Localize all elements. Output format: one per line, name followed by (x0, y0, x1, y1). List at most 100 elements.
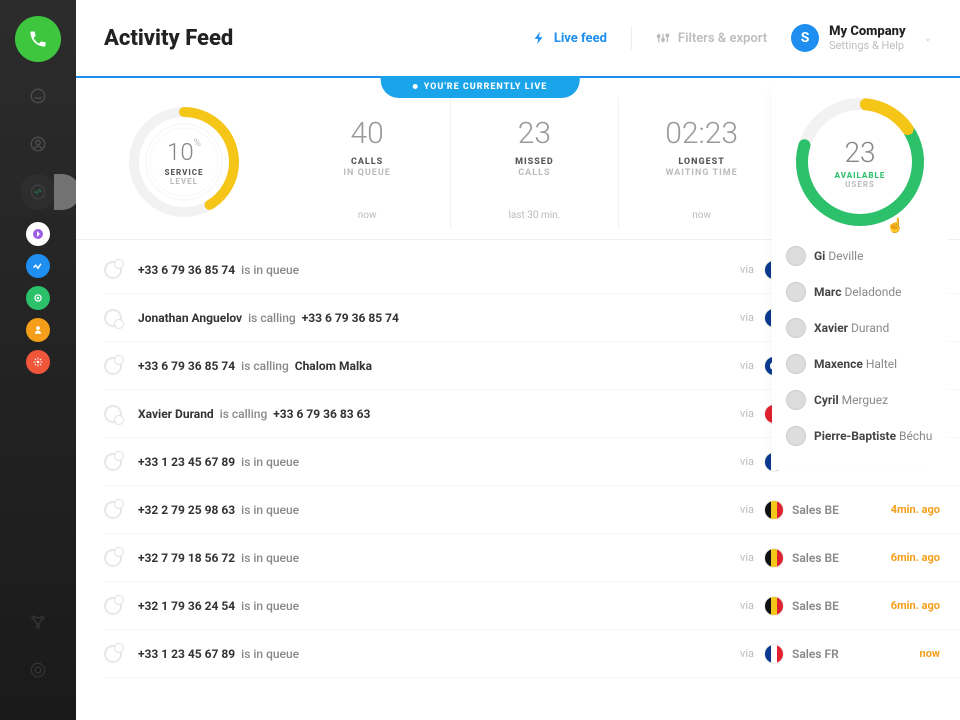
user-name: Marc Deladonde (814, 285, 902, 299)
via-label: via (740, 647, 754, 660)
feed-text: +33 6 79 36 85 74 is in queue (138, 263, 299, 277)
user-name: Pierre-Baptiste Béchu (814, 429, 932, 443)
user-item[interactable]: Gi Deville (772, 238, 948, 274)
feed-row[interactable]: +32 1 79 36 24 54 is in queue via Sales … (104, 582, 960, 630)
call-direction-icon (104, 597, 122, 615)
available-count: 23 (844, 136, 875, 169)
nav-help-icon[interactable] (20, 652, 56, 688)
filters-button[interactable]: Filters & export (656, 31, 767, 46)
stat-label-1: LONGEST (625, 157, 779, 167)
sliders-icon (656, 31, 670, 45)
header: Activity Feed Live feed Filters & export… (76, 0, 960, 78)
call-direction-icon (104, 453, 122, 471)
user-item[interactable]: Marc Deladonde (772, 274, 948, 310)
available-users-panel: 23 AVAILABLE USERS Gi Deville Marc Delad… (772, 80, 948, 470)
call-direction-icon (104, 357, 122, 375)
service-level-l2: LEVEL (170, 177, 198, 186)
live-feed-toggle[interactable]: Live feed (532, 31, 607, 46)
user-item[interactable]: Maxence Haltel (772, 346, 948, 382)
via-label: via (740, 407, 754, 420)
user-item[interactable]: Xavier Durand (772, 310, 948, 346)
nav-sub-integrations-icon[interactable] (26, 286, 50, 310)
via-label: via (740, 311, 754, 324)
stat-card: 02:23 LONGEST WAITING TIME now (619, 98, 786, 229)
stat-when: now (625, 210, 779, 221)
call-direction-icon (104, 501, 122, 519)
stat-when: now (290, 210, 444, 221)
channel-name: Sales BE (792, 551, 872, 565)
channel-name: Sales BE (792, 503, 872, 517)
company-avatar: S (791, 24, 819, 52)
nav-activity-icon[interactable] (20, 174, 56, 210)
feed-text: +33 6 79 36 85 74 is calling Chalom Malk… (138, 359, 372, 373)
call-direction-icon (104, 549, 122, 567)
stat-card: 23 MISSED CALLS last 30 min. (451, 98, 618, 229)
nav-sub-group (0, 222, 76, 374)
call-direction-icon (104, 261, 122, 279)
call-direction-icon (104, 405, 122, 423)
stat-label-2: WAITING TIME (625, 168, 779, 178)
live-banner: YOU'RE CURRENTLY LIVE (381, 76, 580, 98)
user-name: Maxence Haltel (814, 357, 897, 371)
via-label: via (740, 263, 754, 276)
chevron-down-icon: ⌄ (924, 33, 932, 44)
cursor-pointer-icon: ☝ (887, 218, 904, 234)
channel-name: Sales BE (792, 599, 872, 613)
percent-label: % (194, 138, 201, 149)
live-feed-label: Live feed (554, 31, 607, 46)
feed-row[interactable]: +33 1 23 45 67 89 is in queue via Sales … (104, 630, 960, 678)
feed-text: +32 2 79 25 98 63 is in queue (138, 503, 299, 517)
flag-icon (764, 548, 784, 568)
stat-when: last 30 min. (457, 210, 611, 221)
user-item[interactable]: Cyril Merguez (772, 382, 948, 418)
call-direction-icon (104, 309, 122, 327)
available-l2: USERS (845, 180, 875, 189)
feed-text: +32 7 79 18 56 72 is in queue (138, 551, 299, 565)
flag-icon (764, 500, 784, 520)
stat-label-1: CALLS (290, 157, 444, 167)
sidebar (0, 0, 76, 720)
feed-text: +33 1 23 45 67 89 is in queue (138, 455, 299, 469)
via-label: via (740, 455, 754, 468)
user-list: Gi Deville Marc Deladonde Xavier Durand … (772, 238, 948, 454)
time-ago: 6min. ago (872, 599, 960, 612)
nav-sub-live-icon[interactable] (26, 222, 50, 246)
time-ago: now (872, 647, 960, 660)
feed-text: +32 1 79 36 24 54 is in queue (138, 599, 299, 613)
channel-name: Sales FR (792, 647, 872, 661)
nav-sub-teams-icon[interactable] (26, 318, 50, 342)
feed-row[interactable]: +32 7 79 18 56 72 is in queue via Sales … (104, 534, 960, 582)
flag-icon (764, 644, 784, 664)
nav-sub-settings-icon[interactable] (26, 350, 50, 374)
nav-contacts-icon[interactable] (20, 126, 56, 162)
available-users-gauge: 23 AVAILABLE USERS (772, 88, 948, 232)
nav-calls-icon[interactable] (20, 78, 56, 114)
feed-text: Jonathan Anguelov is calling +33 6 79 36… (138, 311, 399, 325)
stat-value: 02:23 (625, 116, 779, 151)
via-label: via (740, 503, 754, 516)
available-l1: AVAILABLE (835, 171, 886, 180)
company-sub: Settings & Help (829, 39, 906, 52)
nav-sub-analytics-icon[interactable] (26, 254, 50, 278)
user-avatar (786, 246, 806, 266)
app-logo[interactable] (15, 16, 61, 62)
user-avatar (786, 318, 806, 338)
user-item[interactable]: Pierre-Baptiste Béchu (772, 418, 948, 454)
feed-text: +33 1 23 45 67 89 is in queue (138, 647, 299, 661)
via-label: via (740, 599, 754, 612)
nav-network-icon[interactable] (20, 604, 56, 640)
time-ago: 4min. ago (872, 503, 960, 516)
stat-label-2: IN QUEUE (290, 168, 444, 178)
feed-row[interactable]: +32 2 79 25 98 63 is in queue via Sales … (104, 486, 960, 534)
company-menu[interactable]: S My Company Settings & Help ⌄ (791, 24, 932, 52)
user-name: Cyril Merguez (814, 393, 888, 407)
user-avatar (786, 426, 806, 446)
company-name: My Company (829, 24, 906, 39)
user-avatar (786, 390, 806, 410)
flag-icon (764, 596, 784, 616)
user-name: Xavier Durand (814, 321, 889, 335)
stat-value: 23 (457, 116, 611, 151)
header-separator (631, 26, 632, 50)
nav-bottom (0, 592, 76, 700)
stat-card: 40 CALLS IN QUEUE now (284, 98, 451, 229)
